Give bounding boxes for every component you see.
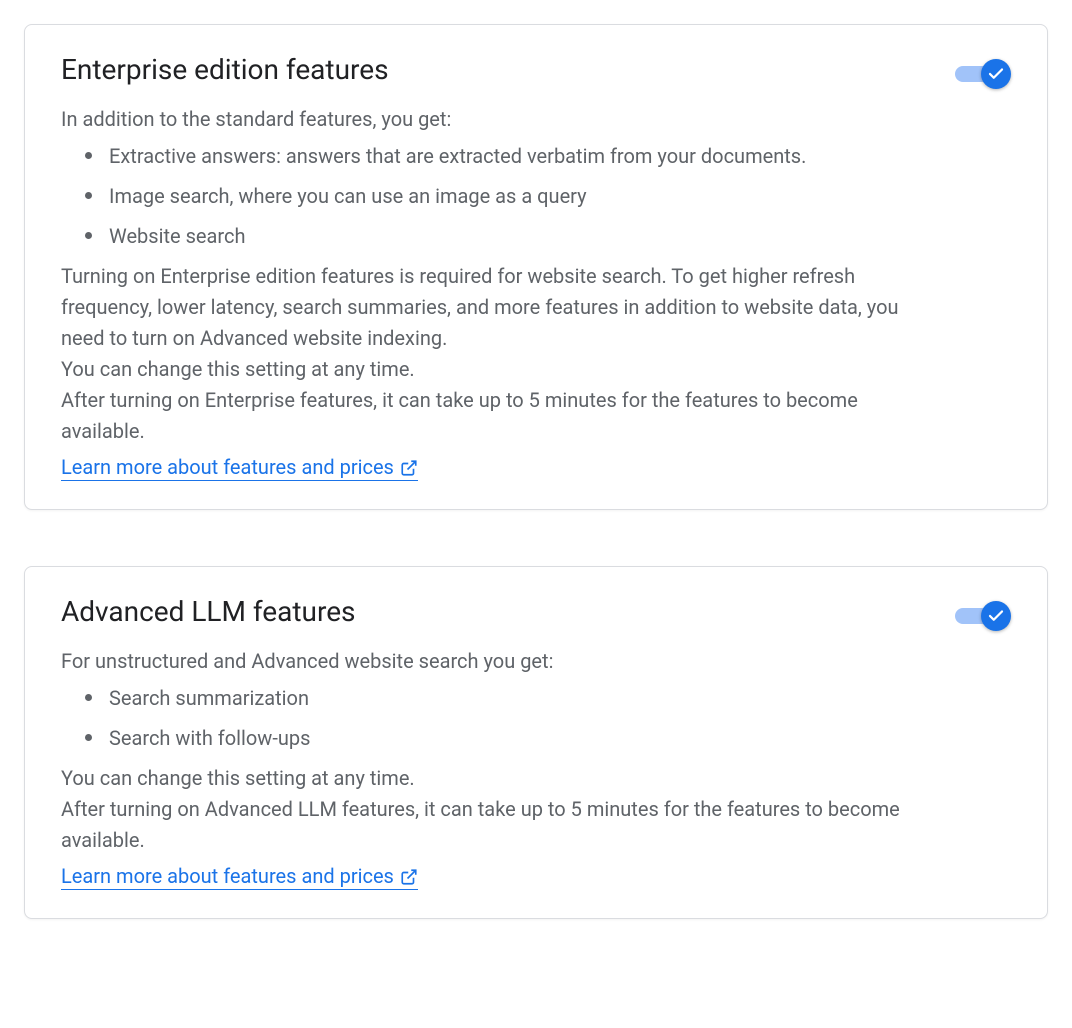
advanced-llm-features-card: Advanced LLM features For unstructured a… (24, 566, 1048, 919)
card-body: You can change this setting at any time.… (61, 763, 931, 856)
list-item: Website search (85, 221, 931, 251)
link-label: Learn more about features and prices (61, 455, 394, 479)
toggle-thumb (981, 59, 1011, 89)
learn-more-link[interactable]: Learn more about features and prices (61, 864, 418, 890)
card-intro: For unstructured and Advanced website se… (61, 646, 931, 677)
check-icon (987, 65, 1005, 83)
list-item: Extractive answers: answers that are ext… (85, 141, 931, 171)
external-link-icon (400, 867, 418, 885)
card-title: Advanced LLM features (61, 595, 931, 628)
card-intro: In addition to the standard features, yo… (61, 104, 931, 135)
card-content: Advanced LLM features For unstructured a… (61, 595, 931, 890)
list-item: Search summarization (85, 683, 931, 713)
feature-list: Search summarization Search with follow-… (61, 683, 931, 753)
advanced-llm-toggle[interactable] (955, 601, 1011, 629)
card-header: Enterprise edition features In addition … (61, 53, 1011, 481)
feature-list: Extractive answers: answers that are ext… (61, 141, 931, 251)
card-title: Enterprise edition features (61, 53, 931, 86)
link-label: Learn more about features and prices (61, 864, 394, 888)
card-content: Enterprise edition features In addition … (61, 53, 931, 481)
enterprise-toggle[interactable] (955, 59, 1011, 87)
list-item: Search with follow-ups (85, 723, 931, 753)
enterprise-features-card: Enterprise edition features In addition … (24, 24, 1048, 510)
card-body: Turning on Enterprise edition features i… (61, 261, 931, 447)
check-icon (987, 607, 1005, 625)
card-header: Advanced LLM features For unstructured a… (61, 595, 1011, 890)
learn-more-link[interactable]: Learn more about features and prices (61, 455, 418, 481)
toggle-thumb (981, 601, 1011, 631)
list-item: Image search, where you can use an image… (85, 181, 931, 211)
external-link-icon (400, 458, 418, 476)
